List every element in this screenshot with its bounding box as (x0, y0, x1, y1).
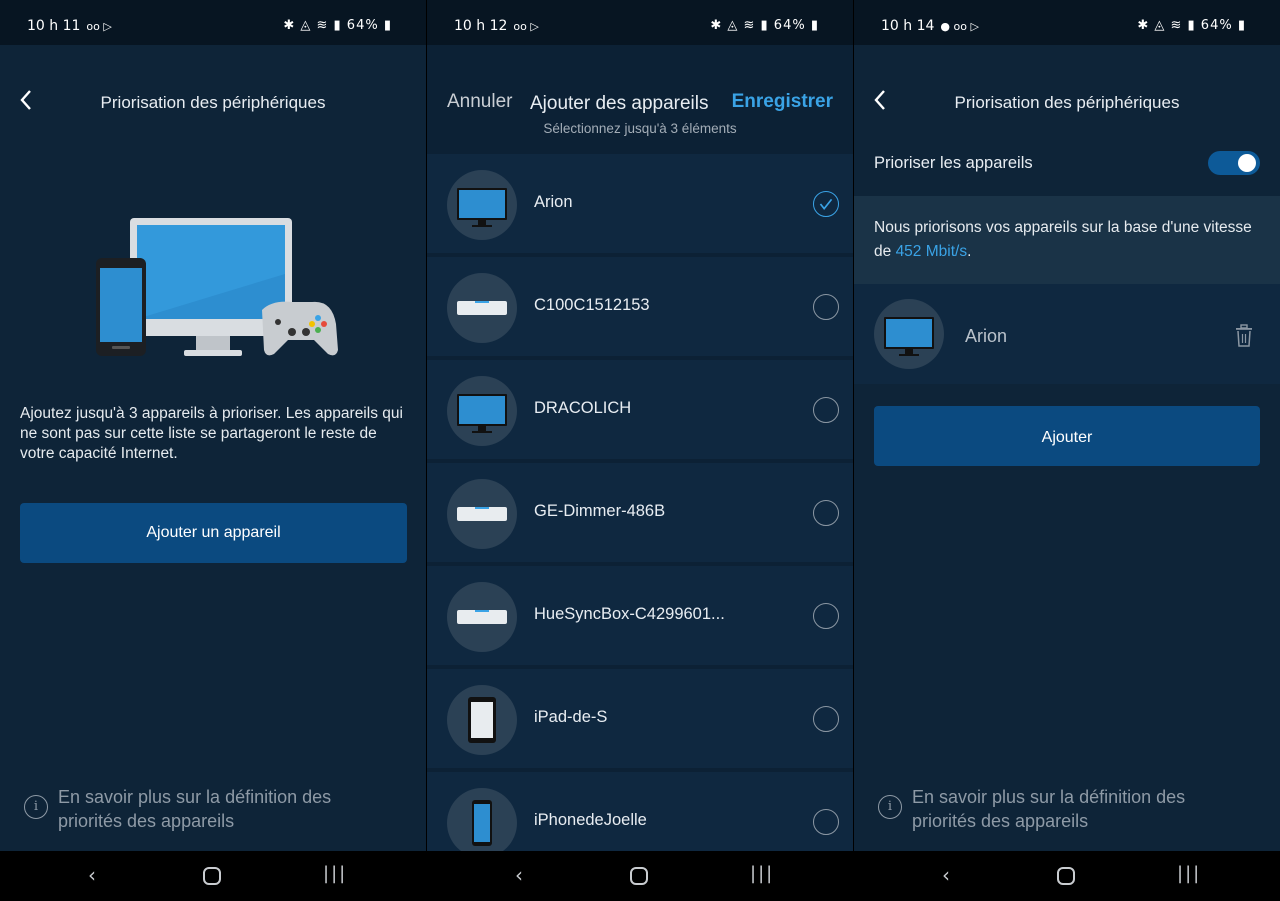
info-icon: i (24, 795, 48, 819)
system-nav-bar: ‹ ||| (854, 851, 1280, 901)
device-name: iPad-de-S (534, 708, 608, 726)
speed-info-banner: Nous priorisons vos appareils sur la bas… (854, 196, 1280, 284)
speed-info-suffix: . (967, 243, 972, 260)
nav-back-icon[interactable]: ‹ (942, 863, 950, 887)
info-icon: i (878, 795, 902, 819)
learn-more-text: En savoir plus sur la définition des pri… (912, 787, 1186, 831)
status-icons: ✱ ◬ ≋ ▮ 64% ▮ (1137, 18, 1246, 33)
device-name: iPhonedeJoelle (534, 811, 647, 829)
prioritization-description: Ajoutez jusqu'à 3 appareils à prioriser.… (20, 405, 403, 462)
nav-back-icon[interactable]: ‹ (88, 863, 96, 887)
status-icons: ✱ ◬ ≋ ▮ 64% ▮ (710, 18, 819, 33)
device-avatar (447, 376, 517, 446)
prioritize-label: Prioriser les appareils (874, 154, 1033, 172)
screen-add-devices: 10 h 12 oo ▷ ✱ ◬ ≋ ▮ 64% ▮ Annuler Ajoute… (427, 0, 853, 901)
router-icon (457, 301, 507, 315)
select-radio[interactable] (813, 500, 839, 526)
status-time: 10 h 11 oo ▷ (27, 18, 112, 34)
nav-recents-icon[interactable]: ||| (323, 863, 347, 884)
phone-icon (472, 800, 492, 846)
voicemail-icon: oo ▷ (86, 20, 112, 33)
status-icons: ✱ ◬ ≋ ▮ 64% ▮ (283, 18, 392, 33)
learn-more-link[interactable]: i En savoir plus sur la définition des p… (24, 785, 358, 833)
page-title: Priorisation des périphériques (954, 93, 1180, 112)
device-avatar (874, 299, 944, 369)
select-radio[interactable] (813, 706, 839, 732)
learn-more-text: En savoir plus sur la définition des pri… (58, 787, 332, 831)
monitor-icon (457, 394, 507, 433)
device-avatar (447, 273, 517, 343)
nav-back-icon[interactable]: ‹ (515, 863, 523, 887)
prioritized-device-row: Arion (854, 284, 1280, 384)
speed-value[interactable]: 452 Mbit/s (896, 243, 968, 260)
list-item[interactable]: DRACOLICH (427, 360, 853, 461)
page-title: Priorisation des périphériques (100, 93, 326, 112)
status-bar: 10 h 12 oo ▷ ✱ ◬ ≋ ▮ 64% ▮ (427, 0, 853, 45)
status-bar: 10 h 11 oo ▷ ✱ ◬ ≋ ▮ 64% ▮ (0, 0, 426, 45)
device-avatar (447, 582, 517, 652)
nav-recents-icon[interactable]: ||| (750, 863, 774, 884)
list-item[interactable]: iPad-de-S (427, 669, 853, 770)
save-button[interactable]: Enregistrer (732, 91, 833, 113)
device-name: Arion (965, 326, 1008, 346)
device-name: GE-Dimmer-486B (534, 502, 666, 520)
select-radio[interactable] (813, 809, 839, 835)
toggle-knob (1238, 154, 1256, 172)
prioritize-toggle[interactable] (1208, 151, 1260, 175)
list-item[interactable]: C100C1512153 (427, 257, 853, 358)
system-nav-bar: ‹ ||| (0, 851, 426, 901)
devices-illustration (96, 218, 338, 356)
system-nav-bar: ‹ ||| (427, 851, 853, 901)
router-icon (457, 507, 507, 521)
add-device-button[interactable]: Ajouter un appareil (20, 503, 407, 563)
device-avatar (447, 685, 517, 755)
page-subtitle: Sélectionnez jusqu'à 3 éléments (543, 121, 737, 136)
status-time: 10 h 14 ● oo ▷ (881, 18, 979, 34)
device-avatar (447, 170, 517, 240)
screen-prioritization-list: 10 h 14 ● oo ▷ ✱ ◬ ≋ ▮ 64% ▮ Priorisation… (854, 0, 1280, 901)
tablet-icon (468, 697, 496, 743)
list-item[interactable]: GE-Dimmer-486B (427, 463, 853, 564)
device-name: DRACOLICH (534, 399, 632, 417)
page-title: Ajouter des appareils (530, 93, 709, 114)
device-name: HueSyncBox-C4299601... (534, 605, 725, 623)
list-item[interactable]: Arion (427, 154, 853, 255)
checkmark-icon[interactable] (813, 191, 839, 217)
select-radio[interactable] (813, 603, 839, 629)
select-radio[interactable] (813, 397, 839, 423)
device-name: Arion (534, 193, 573, 211)
list-item[interactable]: HueSyncBox-C4299601... (427, 566, 853, 667)
nav-home-icon[interactable] (630, 867, 648, 885)
learn-more-link[interactable]: i En savoir plus sur la définition des p… (878, 785, 1212, 833)
monitor-icon (457, 188, 507, 227)
nav-home-icon[interactable] (1057, 867, 1075, 885)
cancel-button[interactable]: Annuler (447, 91, 513, 113)
voicemail-icon: ● oo ▷ (940, 20, 979, 33)
voicemail-icon: oo ▷ (513, 20, 539, 33)
prioritize-toggle-row: Prioriser les appareils (854, 140, 1280, 195)
nav-home-icon[interactable] (203, 867, 221, 885)
status-bar: 10 h 14 ● oo ▷ ✱ ◬ ≋ ▮ 64% ▮ (854, 0, 1280, 45)
status-time: 10 h 12 oo ▷ (454, 18, 539, 34)
device-name: C100C1512153 (534, 296, 650, 314)
select-radio[interactable] (813, 294, 839, 320)
add-button[interactable]: Ajouter (874, 406, 1260, 466)
device-avatar (447, 479, 517, 549)
router-icon (457, 610, 507, 624)
device-avatar (447, 788, 517, 858)
nav-recents-icon[interactable]: ||| (1177, 863, 1201, 884)
screen-prioritization-empty: 10 h 11 oo ▷ ✱ ◬ ≋ ▮ 64% ▮ Priorisation d… (0, 0, 426, 901)
trash-icon[interactable] (1234, 324, 1254, 348)
monitor-icon (884, 317, 934, 356)
